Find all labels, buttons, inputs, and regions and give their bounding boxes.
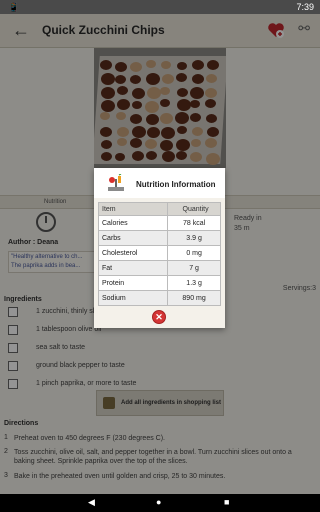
nutrient-quantity: 890 mg	[167, 290, 221, 306]
nutrient-quantity: 1.3 g	[167, 275, 221, 291]
system-nav-bar: ◀ ● ■	[0, 494, 320, 512]
column-header-quantity: Quantity	[167, 202, 221, 216]
nutrition-scale-icon	[108, 174, 124, 191]
nav-recents-icon[interactable]: ■	[224, 497, 229, 507]
nutrient-quantity: 78 kcal	[167, 215, 221, 231]
table-row: Fat 7 g	[97, 260, 221, 276]
table-row: Cholesterol 0 mg	[97, 245, 221, 261]
nutrient-quantity: 0 mg	[167, 245, 221, 261]
status-bar: 📱 7:39	[0, 0, 320, 14]
nutrition-table: Item Quantity Calories 78 kcal Carbs 3.9…	[97, 202, 221, 306]
nav-back-icon[interactable]: ◀	[88, 497, 95, 508]
nav-home-icon[interactable]: ●	[156, 497, 161, 507]
nutrient-quantity: 3.9 g	[167, 230, 221, 246]
nutrient-name: Protein	[97, 275, 169, 291]
nutrient-name: Calories	[97, 215, 169, 231]
close-button[interactable]: ✕	[152, 310, 166, 324]
nutrient-quantity: 7 g	[167, 260, 221, 276]
status-time: 7:39	[296, 2, 314, 12]
table-row: Carbs 3.9 g	[97, 230, 221, 246]
column-header-item: Item	[97, 202, 169, 216]
nutrition-dialog: Nutrition Information Item Quantity Calo…	[94, 168, 225, 328]
table-row: Calories 78 kcal	[97, 215, 221, 231]
nutrient-name: Fat	[97, 260, 169, 276]
status-left-icons: 📱	[8, 2, 20, 12]
table-row: Protein 1.3 g	[97, 275, 221, 291]
dialog-title: Nutrition Information	[136, 180, 216, 189]
nutrient-name: Cholesterol	[97, 245, 169, 261]
nutrient-name: Sodium	[97, 290, 169, 306]
table-row: Sodium 890 mg	[97, 290, 221, 306]
dialog-header: Nutrition Information	[94, 168, 225, 198]
nutrient-name: Carbs	[97, 230, 169, 246]
close-icon: ✕	[155, 312, 163, 322]
